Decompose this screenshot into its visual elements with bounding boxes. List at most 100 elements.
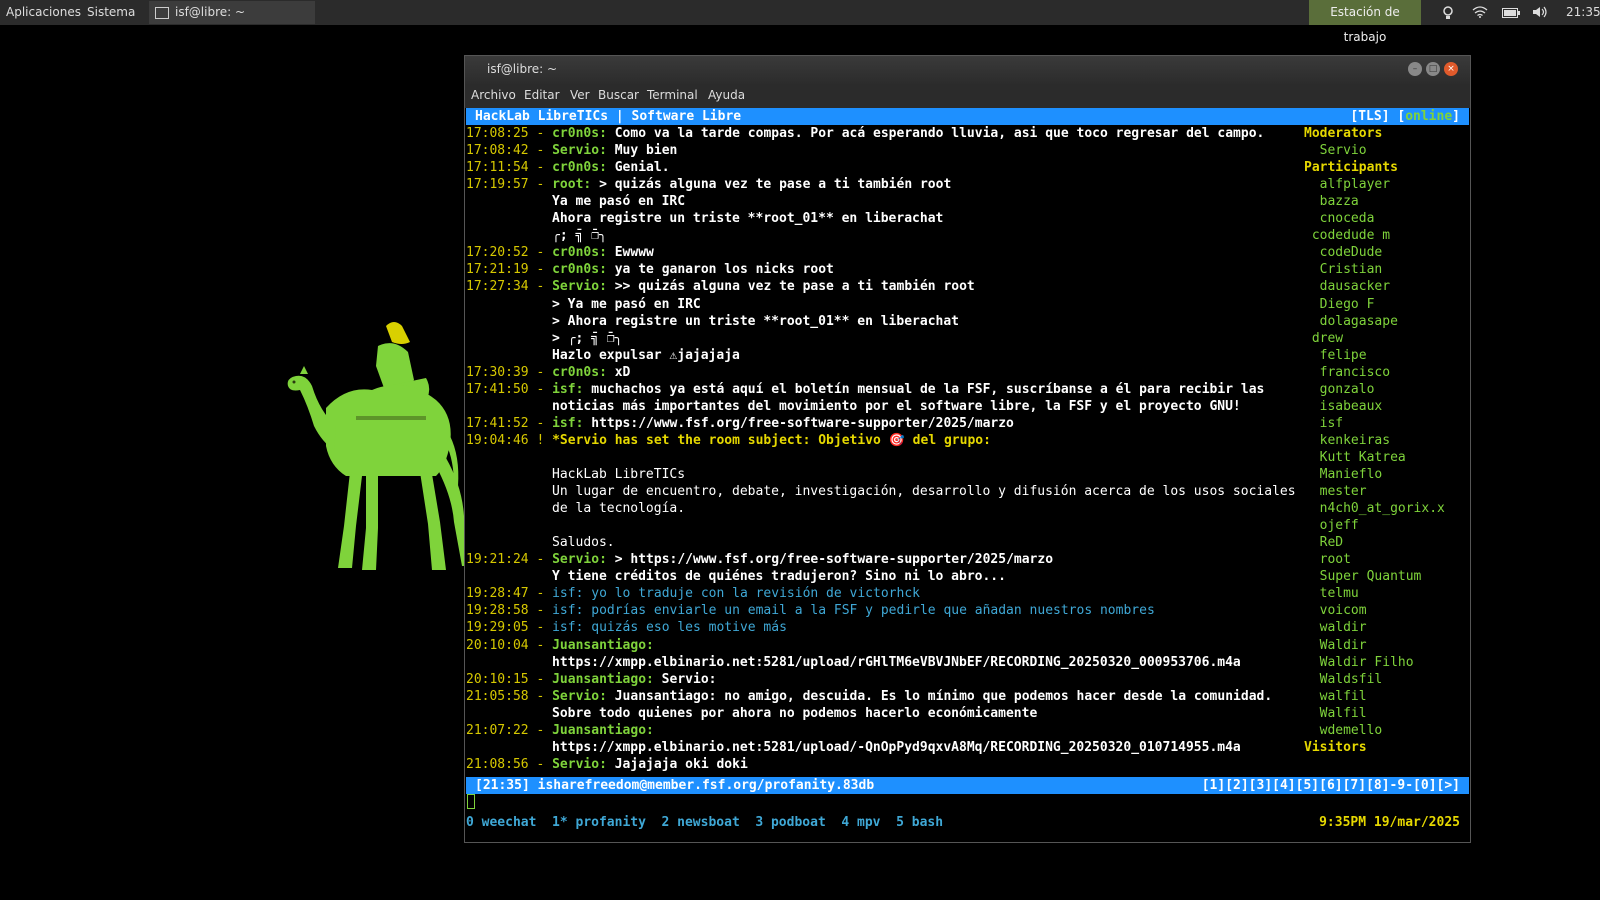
- menu-buscar[interactable]: Buscar: [598, 88, 639, 102]
- roster-occupant[interactable]: Super Quantum: [1320, 568, 1422, 585]
- terminal-content[interactable]: HackLab LibreTICs | Software Libre [TLS]…: [466, 108, 1469, 842]
- roster-occupant[interactable]: root: [1320, 551, 1351, 568]
- roster-occupant[interactable]: francisco: [1320, 364, 1390, 381]
- message-text: yo lo traduje con la revisión de victorh…: [583, 586, 920, 602]
- tmux-window-tab[interactable]: 3 podboat: [755, 814, 825, 831]
- roster-occupant[interactable]: ReD: [1320, 534, 1343, 551]
- menu-ver[interactable]: Ver: [570, 88, 590, 102]
- taskbar-terminal-button[interactable]: isf@libre: ~: [149, 1, 315, 24]
- menu-editar[interactable]: Editar: [524, 88, 560, 102]
- menu-terminal[interactable]: Terminal: [647, 88, 698, 102]
- window-title: isf@libre: ~: [487, 62, 558, 76]
- roster-occupant[interactable]: Cristian: [1320, 261, 1383, 278]
- roster-occupant[interactable]: dausacker: [1320, 278, 1390, 295]
- message-timestamp: 17:11:54: [466, 160, 529, 176]
- roster-occupant[interactable]: felipe: [1320, 347, 1367, 364]
- message-timestamp: 19:28:58: [466, 603, 529, 619]
- window-titlebar[interactable]: isf@libre: ~ – □ ×: [465, 56, 1470, 84]
- tmux-window-tab[interactable]: 4 mpv: [841, 814, 880, 831]
- roster-occupant[interactable]: voicom: [1320, 602, 1367, 619]
- applications-menu[interactable]: Aplicaciones: [6, 0, 81, 25]
- tmux-window-tab[interactable]: 0 weechat: [466, 814, 536, 831]
- roster-occupant[interactable]: Kutt Katrea: [1320, 449, 1406, 466]
- message-text: > quizás alguna vez te pase a ti también…: [591, 177, 952, 193]
- message-timestamp: 17:19:57: [466, 177, 529, 193]
- message-nick: cr0n0s:: [552, 245, 607, 261]
- roster-occupant[interactable]: kenkeiras: [1320, 432, 1390, 449]
- system-menu[interactable]: Sistema: [87, 0, 135, 25]
- roster-occupant[interactable]: codedude m: [1312, 227, 1390, 244]
- message-text: Como va la tarde compas. Por acá esperan…: [606, 126, 1265, 141]
- roster-occupant[interactable]: wdemello: [1320, 722, 1383, 739]
- message-text: Y tiene créditos de quiénes tradujeron? …: [552, 569, 1006, 585]
- roster-occupant[interactable]: mester: [1320, 483, 1367, 500]
- chat-message-line: 17:41:52 - isf: https://www.fsf.org/free…: [466, 415, 1014, 432]
- menu-ayuda[interactable]: Ayuda: [708, 88, 745, 102]
- roster-group-heading: Visitors: [1304, 739, 1367, 755]
- chat-message-line: 19:28:58 - isf: podrías enviarle un emai…: [466, 602, 1155, 619]
- message-timestamp: 17:41:50: [466, 381, 529, 397]
- roster-occupant[interactable]: gonzalo: [1320, 381, 1375, 398]
- chat-message-line: 21:08:56 - Servio: Jajajaja oki doki: [466, 756, 748, 773]
- roster-occupant[interactable]: waldir: [1320, 619, 1367, 636]
- roster-occupant[interactable]: walfil: [1320, 688, 1367, 705]
- volume-icon[interactable]: [1532, 6, 1548, 18]
- menu-archivo[interactable]: Archivo: [471, 88, 516, 102]
- workspace-switcher[interactable]: Estación de trabajo: [1309, 0, 1421, 44]
- panel-clock[interactable]: 21:35: [1566, 0, 1600, 25]
- chat-message-line: > ╭; ̄╗ ̄❐╮: [552, 330, 622, 347]
- message-nick: Juansantiago:: [552, 671, 654, 687]
- roster-occupant[interactable]: Waldsfil: [1320, 671, 1383, 688]
- roster-occupant[interactable]: cnoceda: [1320, 210, 1375, 227]
- roster-occupant[interactable]: Waldir Filho: [1320, 654, 1414, 671]
- message-separator: -: [528, 756, 553, 772]
- roster-occupant[interactable]: bazza: [1320, 193, 1359, 210]
- chat-message-line: 19:28:47 - isf: yo lo traduje con la rev…: [466, 585, 920, 602]
- maximize-button[interactable]: □: [1426, 62, 1440, 76]
- message-nick: root:: [552, 177, 592, 193]
- message-text: Muy bien: [606, 143, 678, 159]
- roster-occupant[interactable]: ojeff: [1320, 517, 1359, 534]
- roster-occupant[interactable]: telmu: [1320, 585, 1359, 602]
- roster-occupant[interactable]: alfplayer: [1320, 176, 1390, 193]
- roster-occupant[interactable]: Diego F: [1320, 296, 1375, 313]
- message-nick: cr0n0s:: [552, 364, 607, 380]
- top-panel: Aplicaciones Sistema isf@libre: ~ Estaci…: [0, 0, 1600, 44]
- battery-icon[interactable]: [1502, 8, 1520, 18]
- close-button[interactable]: ×: [1444, 62, 1458, 76]
- tmux-window-tab[interactable]: 2 newsboat: [662, 814, 740, 831]
- message-timestamp: 21:05:58: [466, 688, 529, 704]
- chat-message-line: 20:10:15 - Juansantiago: Servio:: [466, 671, 716, 688]
- input-cursor[interactable]: [467, 794, 475, 809]
- message-separator: -: [528, 637, 553, 653]
- window-tabs[interactable]: [1][2][3][4][5][6][7][8]-9-[0][>]: [1202, 777, 1460, 794]
- roster-occupant[interactable]: Manieflo: [1320, 466, 1383, 483]
- message-separator: -: [528, 552, 553, 568]
- roster-occupant[interactable]: dolagasape: [1320, 313, 1398, 330]
- message-text: > https://www.fsf.org/free-software-supp…: [606, 552, 1054, 568]
- message-separator: -: [528, 603, 553, 619]
- message-nick: Servio:: [552, 756, 607, 772]
- roster-occupant[interactable]: Waldir: [1320, 637, 1367, 654]
- message-nick: isf:: [552, 603, 584, 619]
- roster-occupant[interactable]: drew: [1312, 330, 1343, 347]
- tmux-status-line: 9:35PM 19/mar/2025 0 weechat 1* profanity…: [466, 814, 1469, 831]
- roster-occupant[interactable]: Walfil: [1320, 705, 1367, 722]
- roster-occupant[interactable]: codeDude: [1320, 244, 1383, 261]
- minimize-button[interactable]: –: [1408, 62, 1422, 76]
- message-separator: -: [528, 671, 553, 687]
- roster-occupant[interactable]: isf: [1320, 415, 1343, 432]
- message-timestamp: 17:41:52: [466, 415, 529, 431]
- tmux-window-tab[interactable]: 5 bash: [896, 814, 943, 831]
- wifi-icon[interactable]: [1472, 6, 1488, 18]
- tmux-window-tab[interactable]: 1* profanity: [552, 814, 646, 831]
- chat-message-line: 17:08:42 - Servio: Muy bien: [466, 142, 677, 159]
- roster-occupant[interactable]: isabeaux: [1320, 398, 1383, 415]
- chat-message-line: 17:19:57 - root: > quizás alguna vez te …: [466, 176, 951, 193]
- message-timestamp: 17:08:25: [466, 126, 529, 141]
- roster-occupant[interactable]: n4ch0_at_gorix.x: [1320, 500, 1445, 517]
- message-timestamp: 21:08:56: [466, 756, 529, 772]
- bulb-icon[interactable]: [1442, 6, 1454, 20]
- roster-occupant[interactable]: Servio: [1320, 142, 1367, 159]
- message-separator: -: [528, 620, 553, 636]
